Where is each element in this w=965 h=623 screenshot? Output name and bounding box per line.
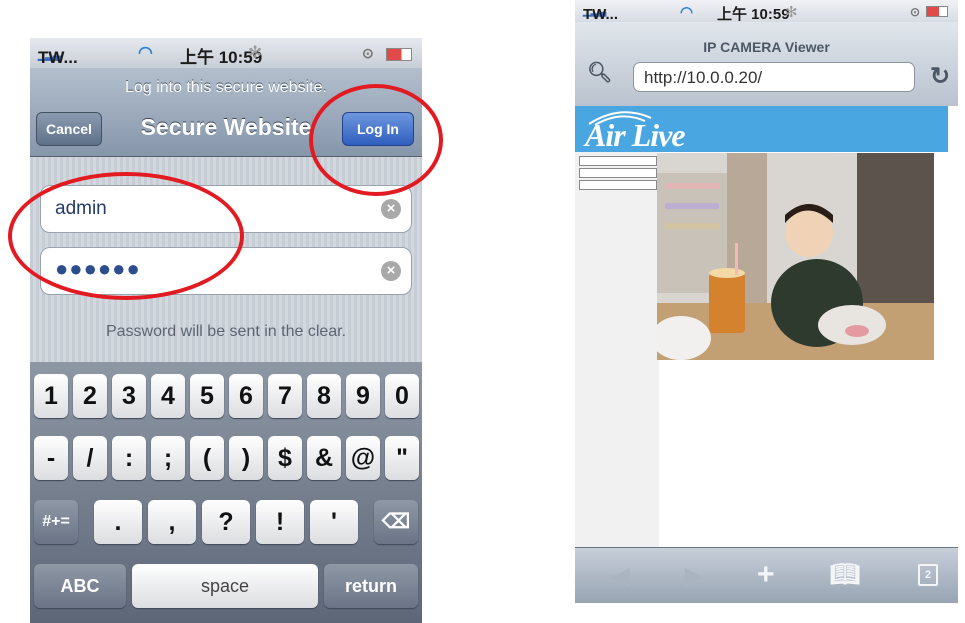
camera-scene <box>657 153 934 360</box>
password-notice: Password will be sent in the clear. <box>105 323 347 340</box>
clear-username-icon[interactable]: × <box>381 199 401 219</box>
key[interactable]: , <box>148 500 196 544</box>
key[interactable]: 6 <box>229 374 263 418</box>
key[interactable]: 1 <box>34 374 68 418</box>
abc-key[interactable]: ABC <box>34 564 126 608</box>
camera-menu <box>575 152 659 547</box>
brand-banner: Air Live <box>575 106 948 153</box>
key[interactable]: 9 <box>346 374 380 418</box>
bookmarks-icon[interactable]: 📖︎ <box>830 560 860 589</box>
key[interactable]: ; <box>151 436 185 480</box>
page-title: IP CAMERA Viewer <box>703 39 830 55</box>
key[interactable]: ( <box>190 436 224 480</box>
key[interactable]: @ <box>346 436 380 480</box>
key[interactable]: & <box>307 436 341 480</box>
keyboard-row-numbers: 1 2 3 4 5 6 7 8 9 0 <box>30 374 422 420</box>
login-highlight-circle <box>309 84 443 196</box>
clear-password-icon[interactable]: × <box>381 261 401 281</box>
backspace-icon[interactable]: ⌫ <box>374 500 418 544</box>
key[interactable]: 2 <box>73 374 107 418</box>
lock-icon: ⊙ <box>910 5 921 19</box>
key[interactable]: 5 <box>190 374 224 418</box>
activity-icon: ✻ <box>248 43 263 62</box>
key[interactable]: 8 <box>307 374 341 418</box>
search-icon[interactable]: 🔍︎ <box>587 60 612 85</box>
wifi-icon: ◠ <box>138 43 153 62</box>
key[interactable]: 4 <box>151 374 185 418</box>
camera-live-image <box>657 153 934 360</box>
key[interactable]: : <box>112 436 146 480</box>
browser-header: IP CAMERA Viewer 🔍︎ http://10.0.0.20/ ↻ <box>575 22 958 106</box>
browser-toolbar: ◀ ▶ + 📖︎ 2 <box>575 547 958 603</box>
keyboard-row-symbols: - / : ; ( ) $ & @ " <box>30 436 422 482</box>
battery-icon <box>386 48 412 61</box>
camera-viewer-screen: ▁▂▃ TW... ◠ 上午 10:59 ✻ ⊙ IP CAMERA Viewer… <box>575 0 958 603</box>
lock-icon: ⊙ <box>362 45 374 61</box>
back-icon[interactable]: ◀ <box>611 562 629 591</box>
key[interactable]: / <box>73 436 107 480</box>
menu-link[interactable] <box>579 168 657 178</box>
keyboard: 1 2 3 4 5 6 7 8 9 0 - / : ; ( ) $ & @ " … <box>30 362 422 623</box>
keyboard-row-punct: #+= . , ? ! ' ⌫ <box>30 500 422 546</box>
key[interactable]: ' <box>310 500 358 544</box>
wifi-icon: ◠ <box>680 4 694 21</box>
key[interactable]: 7 <box>268 374 302 418</box>
key[interactable]: " <box>385 436 419 480</box>
key[interactable]: ) <box>229 436 263 480</box>
key[interactable]: . <box>94 500 142 544</box>
key[interactable]: 0 <box>385 374 419 418</box>
battery-icon <box>926 6 948 17</box>
activity-icon: ✻ <box>785 4 798 21</box>
add-icon[interactable]: + <box>757 558 775 592</box>
forward-icon[interactable]: ▶ <box>685 562 703 591</box>
pages-icon[interactable]: 2 <box>918 564 938 586</box>
more-symbols-key[interactable]: #+= <box>34 500 78 544</box>
key[interactable]: $ <box>268 436 302 480</box>
url-field[interactable]: http://10.0.0.20/ <box>633 62 915 92</box>
key[interactable]: 3 <box>112 374 146 418</box>
return-key[interactable]: return <box>324 564 418 608</box>
reload-icon[interactable]: ↻ <box>930 62 950 91</box>
credentials-highlight-circle <box>8 172 244 300</box>
status-bar: ▁▂▃ TW... ◠ 上午 10:59 ✻ ⊙ <box>575 0 958 23</box>
key[interactable]: - <box>34 436 68 480</box>
key[interactable]: ? <box>202 500 250 544</box>
status-time: 上午 10:59 <box>717 6 790 23</box>
status-bar: ▁▂▃ TW... ◠ 上午 10:59 ✻ ⊙ <box>30 38 422 68</box>
key[interactable]: ! <box>256 500 304 544</box>
airlive-logo: Air Live <box>585 117 686 153</box>
menu-link[interactable] <box>579 180 657 190</box>
keyboard-row-bottom: ABC space return <box>30 564 422 610</box>
space-key[interactable]: space <box>132 564 318 608</box>
menu-link[interactable] <box>579 156 657 166</box>
